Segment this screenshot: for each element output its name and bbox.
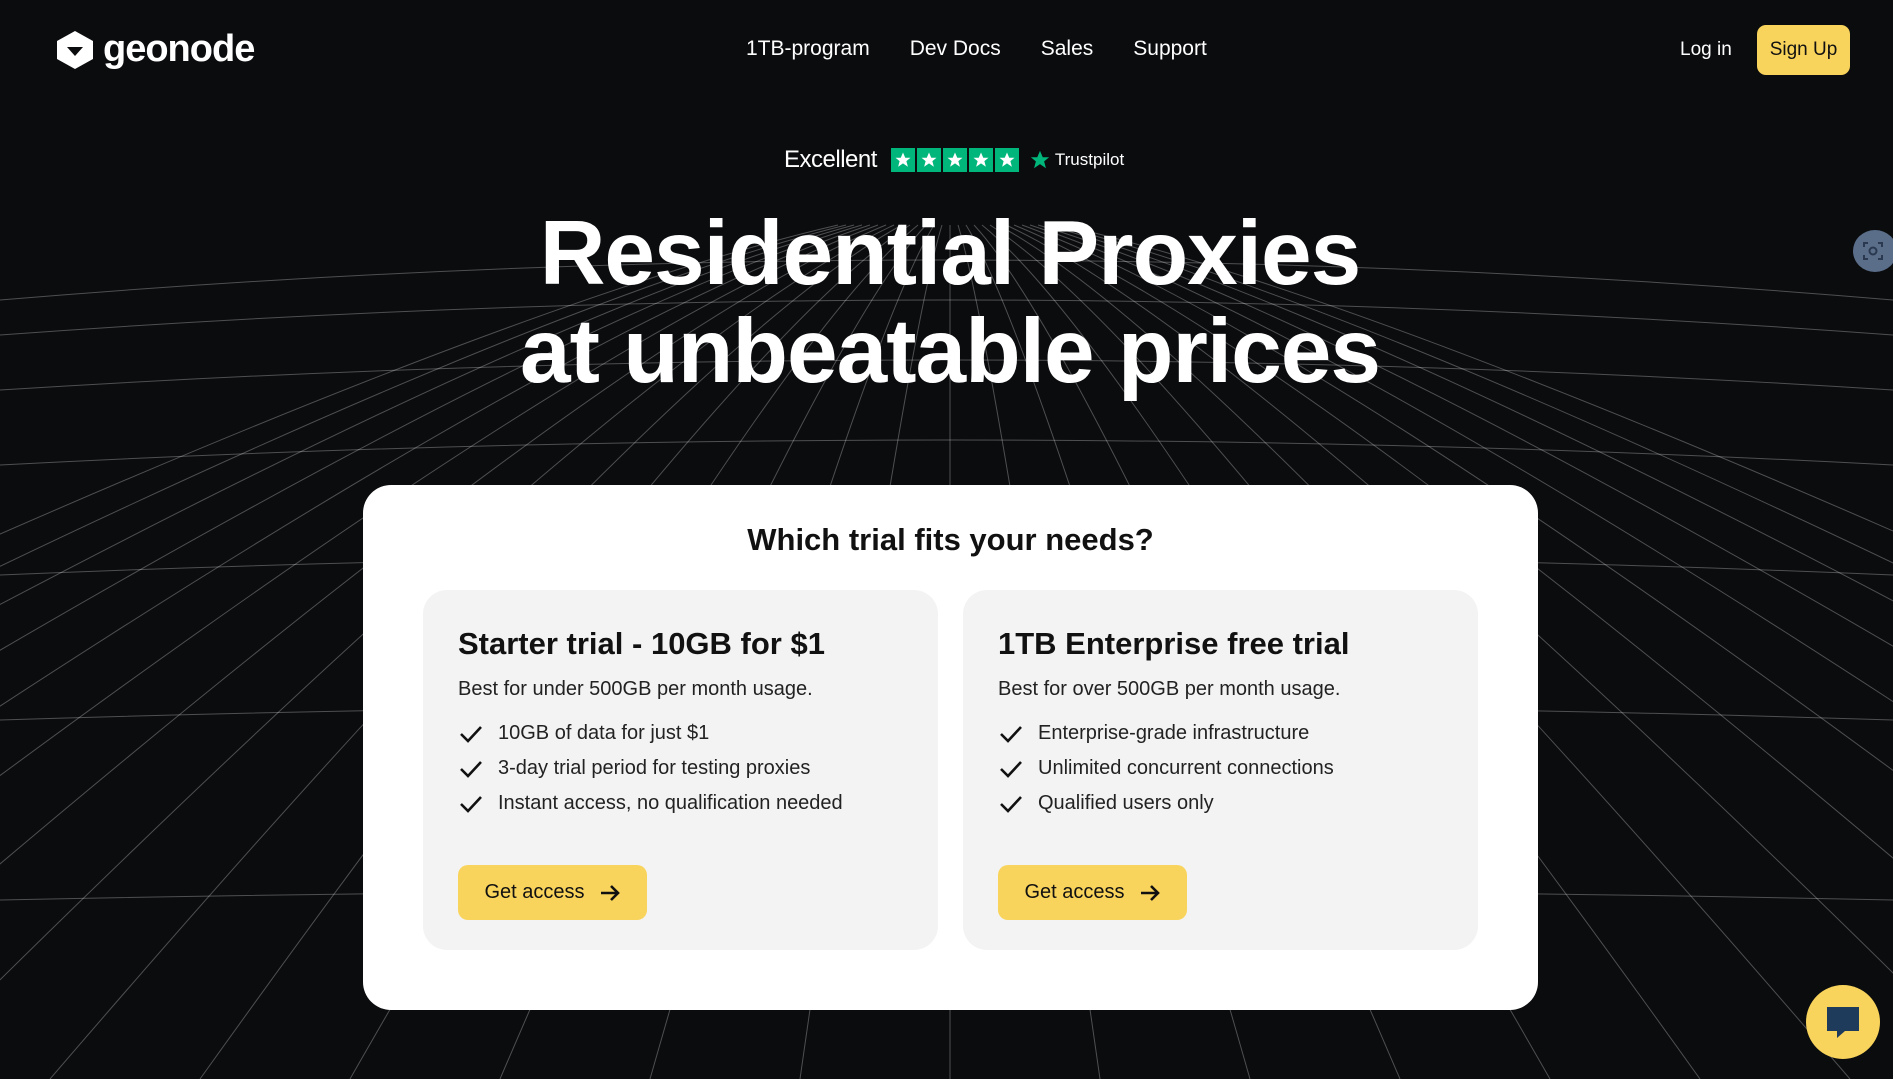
- arrow-right-icon: [1140, 884, 1160, 901]
- nav-support[interactable]: Support: [1133, 37, 1207, 61]
- button-label: Get access: [484, 881, 585, 903]
- logo-wordmark: geonode: [103, 28, 255, 70]
- card-subtitle: Best for under 500GB per month usage.: [458, 678, 813, 700]
- hero-title-line-2: at unbeatable prices: [520, 301, 1381, 402]
- screenshot-capture-icon[interactable]: [1853, 230, 1893, 272]
- trustpilot-stars: [890, 148, 1019, 172]
- checkmark-icon: [1000, 760, 1022, 778]
- feature-item: 10GB of data for just $1: [458, 716, 843, 751]
- feature-list: Enterprise-grade infrastructure Unlimite…: [998, 716, 1334, 821]
- trustpilot-rating-text: Excellent: [784, 146, 877, 173]
- feature-item: Qualified users only: [998, 786, 1334, 821]
- feature-label: Unlimited concurrent connections: [1038, 757, 1334, 779]
- card-subtitle: Best for over 500GB per month usage.: [998, 678, 1341, 700]
- trustpilot-star-icon: [1030, 150, 1050, 169]
- checkmark-icon: [1000, 725, 1022, 743]
- feature-label: 3-day trial period for testing proxies: [498, 757, 811, 779]
- checkmark-icon: [460, 760, 482, 778]
- trustpilot-rating[interactable]: Excellent Trustpilot: [784, 146, 1124, 174]
- star-icon: [890, 148, 915, 172]
- chat-launcher-button[interactable]: [1806, 985, 1880, 1059]
- feature-label: Qualified users only: [1038, 792, 1214, 814]
- feature-item: 3-day trial period for testing proxies: [458, 751, 843, 786]
- arrow-right-icon: [600, 884, 620, 901]
- nav-sales[interactable]: Sales: [1041, 37, 1094, 61]
- hero-heading: Residential Proxies at unbeatable prices: [0, 205, 1893, 401]
- geonode-logo[interactable]: geonode: [53, 28, 255, 71]
- card-title: Starter trial - 10GB for $1: [458, 626, 825, 661]
- enterprise-trial-card: 1TB Enterprise free trial Best for over …: [963, 590, 1478, 950]
- chat-bubble-icon: [1827, 1007, 1859, 1038]
- trustpilot-brand: Trustpilot: [1029, 149, 1124, 171]
- checkmark-icon: [1000, 795, 1022, 813]
- capture-frame-icon: [1863, 242, 1883, 260]
- star-icon: [916, 148, 941, 172]
- button-label: Get access: [1024, 881, 1125, 903]
- login-link[interactable]: Log in: [1680, 39, 1732, 61]
- nav-1tb-program[interactable]: 1TB-program: [746, 37, 870, 61]
- trial-panel-title: Which trial fits your needs?: [747, 522, 1154, 557]
- star-icon: [942, 148, 967, 172]
- nav-dev-docs[interactable]: Dev Docs: [910, 37, 1001, 61]
- site-header: geonode 1TB-program Dev Docs Sales Suppo…: [0, 0, 1893, 100]
- feature-item: Enterprise-grade infrastructure: [998, 716, 1334, 751]
- feature-list: 10GB of data for just $1 3-day trial per…: [458, 716, 843, 821]
- starter-get-access-button[interactable]: Get access: [458, 865, 647, 920]
- feature-label: 10GB of data for just $1: [498, 722, 710, 744]
- star-icon: [994, 148, 1019, 172]
- hero-title-line-1: Residential Proxies: [539, 203, 1362, 304]
- feature-item: Instant access, no qualification needed: [458, 786, 843, 821]
- checkmark-icon: [460, 795, 482, 813]
- trustpilot-brand-label: Trustpilot: [1054, 150, 1125, 169]
- enterprise-get-access-button[interactable]: Get access: [998, 865, 1187, 920]
- star-icon: [968, 148, 993, 172]
- feature-item: Unlimited concurrent connections: [998, 751, 1334, 786]
- feature-label: Instant access, no qualification needed: [498, 792, 843, 814]
- trial-selection-panel: Which trial fits your needs? Starter tri…: [363, 485, 1538, 1010]
- main-nav: 1TB-program Dev Docs Sales Support: [746, 37, 1207, 61]
- geonode-logo-icon: [57, 30, 93, 69]
- checkmark-icon: [460, 725, 482, 743]
- card-title: 1TB Enterprise free trial: [998, 626, 1350, 661]
- feature-label: Enterprise-grade infrastructure: [1038, 722, 1310, 744]
- signup-button[interactable]: Sign Up: [1757, 25, 1850, 75]
- starter-trial-card: Starter trial - 10GB for $1 Best for und…: [423, 590, 938, 950]
